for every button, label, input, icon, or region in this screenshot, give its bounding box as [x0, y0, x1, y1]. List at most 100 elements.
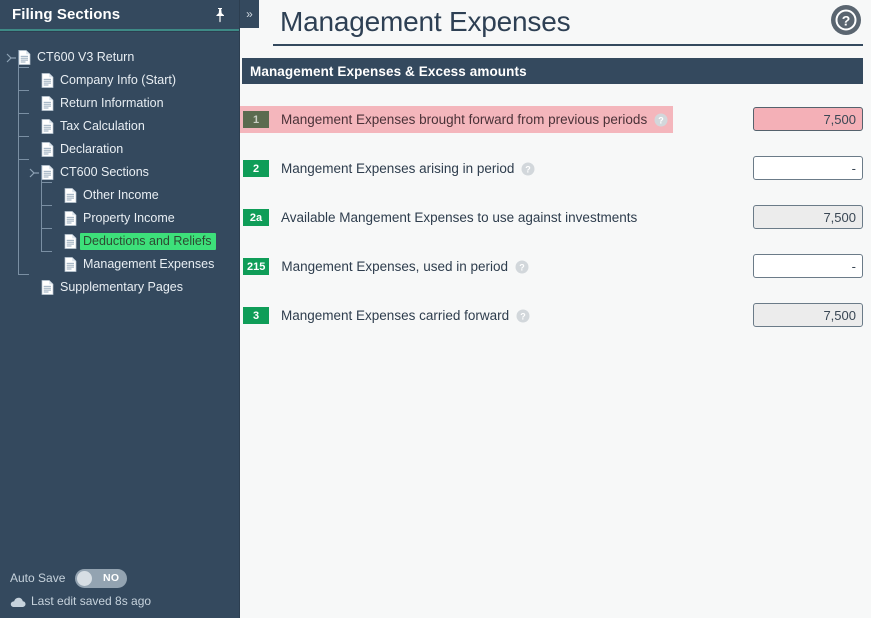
- amount-input[interactable]: [753, 254, 863, 278]
- last-saved-row: Last edit saved 8s ago: [10, 592, 239, 610]
- tree-connector-line: [18, 113, 29, 114]
- sidebar-item-ct600-v3-return[interactable]: CT600 V3 Return: [0, 46, 239, 69]
- section-header: Management Expenses & Excess amounts: [242, 58, 863, 84]
- amount-input[interactable]: [753, 156, 863, 180]
- tree-connector-line: [18, 274, 29, 275]
- sidebar-item-label: Supplementary Pages: [60, 280, 183, 294]
- svg-text:?: ?: [842, 13, 851, 29]
- form-row-label: Mangement Expenses brought forward from …: [281, 112, 648, 127]
- form-row: 1 Mangement Expenses brought forward from…: [240, 106, 673, 133]
- form-row-label-group: 1 Mangement Expenses brought forward from…: [240, 111, 673, 128]
- sidebar-footer: Auto Save NO Last edit saved 8s ago: [0, 566, 239, 618]
- svg-text:?: ?: [520, 311, 526, 321]
- tree-connector-line: [41, 228, 52, 229]
- sidebar-item-label: Return Information: [60, 96, 164, 110]
- document-icon: [64, 234, 77, 249]
- sidebar-item-label: Management Expenses: [83, 257, 215, 271]
- form-row-label: Available Mangement Expenses to use agai…: [281, 210, 638, 225]
- sidebar-item-label: CT600 Sections: [60, 165, 149, 179]
- document-icon: [64, 211, 77, 226]
- box-number-badge: 1: [243, 111, 269, 128]
- sidebar-item-tax-calculation[interactable]: Tax Calculation: [0, 115, 239, 138]
- svg-text:?: ?: [519, 262, 525, 272]
- app-root: Filing Sections CT600 V3 Return Company I…: [0, 0, 871, 618]
- autosave-label: Auto Save: [10, 571, 66, 585]
- tree-expander-icon[interactable]: [6, 52, 18, 64]
- document-icon: [41, 119, 54, 134]
- tree-connector-line: [18, 136, 29, 137]
- autosave-toggle[interactable]: NO: [75, 568, 128, 588]
- sidebar-item-label: CT600 V3 Return: [37, 50, 135, 64]
- tree-connector-line: [18, 50, 19, 274]
- svg-text:?: ?: [526, 164, 532, 174]
- help-question-icon[interactable]: ?: [521, 162, 535, 176]
- amount-input[interactable]: [753, 205, 863, 229]
- sidebar-item-label: Property Income: [83, 211, 175, 225]
- tree-connector-line: [41, 165, 42, 251]
- sidebar-item-company-info-start[interactable]: Company Info (Start): [0, 69, 239, 92]
- sidebar-item-property-income[interactable]: Property Income: [0, 207, 239, 230]
- document-icon: [64, 257, 77, 272]
- help-question-icon[interactable]: ?: [516, 309, 530, 323]
- box-number-badge: 215: [243, 258, 270, 275]
- form-row-label: Mangement Expenses carried forward: [281, 308, 510, 323]
- last-saved-text: Last edit saved 8s ago: [31, 594, 152, 608]
- page-header: Management Expenses ?: [240, 0, 871, 50]
- title-underline: [273, 44, 863, 46]
- help-question-icon[interactable]: ?: [654, 113, 668, 127]
- tree-connector-line: [18, 159, 29, 160]
- box-number-badge: 2a: [243, 209, 269, 226]
- amount-input[interactable]: [753, 303, 863, 327]
- sidebar-item-label: Company Info (Start): [60, 73, 177, 87]
- sidebar-item-label: Other Income: [83, 188, 159, 202]
- tree-connector-line: [18, 90, 29, 91]
- cloud-icon: [10, 595, 26, 607]
- expenses-form: 1 Mangement Expenses brought forward from…: [240, 106, 871, 329]
- autosave-toggle-value: NO: [103, 572, 120, 584]
- sidebar-item-return-information[interactable]: Return Information: [0, 92, 239, 115]
- filing-sections-tree: CT600 V3 Return Company Info (Start) Retur…: [0, 32, 239, 299]
- page-title: Management Expenses: [280, 6, 571, 37]
- toggle-knob: [77, 570, 93, 586]
- document-icon: [41, 280, 54, 295]
- document-icon: [18, 50, 31, 65]
- form-row-label: Mangement Expenses arising in period: [281, 161, 515, 176]
- box-number-badge: 2: [243, 160, 269, 177]
- help-question-icon[interactable]: ?: [515, 260, 529, 274]
- document-icon: [64, 188, 77, 203]
- sidebar-title: Filing Sections: [12, 6, 121, 23]
- tree-connector-line: [18, 67, 29, 68]
- sidebar-item-label: Declaration: [60, 142, 124, 156]
- tree-connector-line: [41, 182, 52, 183]
- document-icon: [41, 142, 54, 157]
- document-icon: [41, 73, 54, 88]
- sidebar-item-other-income[interactable]: Other Income: [0, 184, 239, 207]
- main-content: » Management Expenses ? Management Expen…: [239, 0, 871, 618]
- sidebar-item-ct600-sections[interactable]: CT600 Sections: [0, 161, 239, 184]
- tree-connector-line: [41, 205, 52, 206]
- autosave-row: Auto Save NO: [10, 566, 239, 590]
- filing-sections-sidebar: Filing Sections CT600 V3 Return Company I…: [0, 0, 239, 618]
- amount-input[interactable]: [753, 107, 863, 131]
- help-circle-icon[interactable]: ?: [830, 4, 862, 36]
- sidebar-item-management-expenses[interactable]: Management Expenses: [0, 253, 239, 276]
- sidebar-item-supplementary-pages[interactable]: Supplementary Pages: [0, 276, 239, 299]
- tree-connector-line: [41, 251, 52, 252]
- sidebar-item-label: Tax Calculation: [60, 119, 145, 133]
- document-icon: [41, 165, 54, 180]
- document-icon: [41, 96, 54, 111]
- pin-icon[interactable]: [211, 6, 229, 24]
- sidebar-item-declaration[interactable]: Declaration: [0, 138, 239, 161]
- tree-expander-icon[interactable]: [29, 167, 41, 179]
- form-row-label: Mangement Expenses, used in period: [281, 259, 508, 274]
- sidebar-item-deductions-and-reliefs[interactable]: Deductions and Reliefs: [0, 230, 239, 253]
- svg-text:?: ?: [658, 115, 664, 125]
